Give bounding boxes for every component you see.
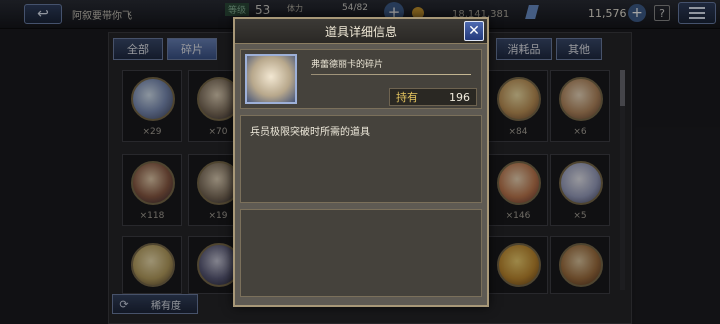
close-button[interactable]: ✕ bbox=[464, 21, 484, 41]
owned-label: 持有 bbox=[396, 91, 418, 104]
empty-info-panel bbox=[240, 209, 482, 297]
item-detail-dialog: 道具详细信息 ✕ 弗蕾德丽卡的碎片 持有 196 兵员极限突破时所需的道具 bbox=[233, 17, 489, 307]
owned-count-box: 持有 196 bbox=[389, 88, 477, 106]
fragment-portrait-icon bbox=[245, 54, 297, 104]
dialog-title: 道具详细信息 bbox=[235, 19, 487, 44]
ornament-divider bbox=[311, 74, 471, 75]
item-description: 兵员极限突破时所需的道具 bbox=[240, 115, 482, 203]
owned-value: 196 bbox=[449, 90, 470, 104]
item-info-panel: 弗蕾德丽卡的碎片 持有 196 bbox=[240, 49, 482, 109]
item-name: 弗蕾德丽卡的碎片 bbox=[311, 60, 384, 70]
close-icon: ✕ bbox=[468, 23, 480, 39]
